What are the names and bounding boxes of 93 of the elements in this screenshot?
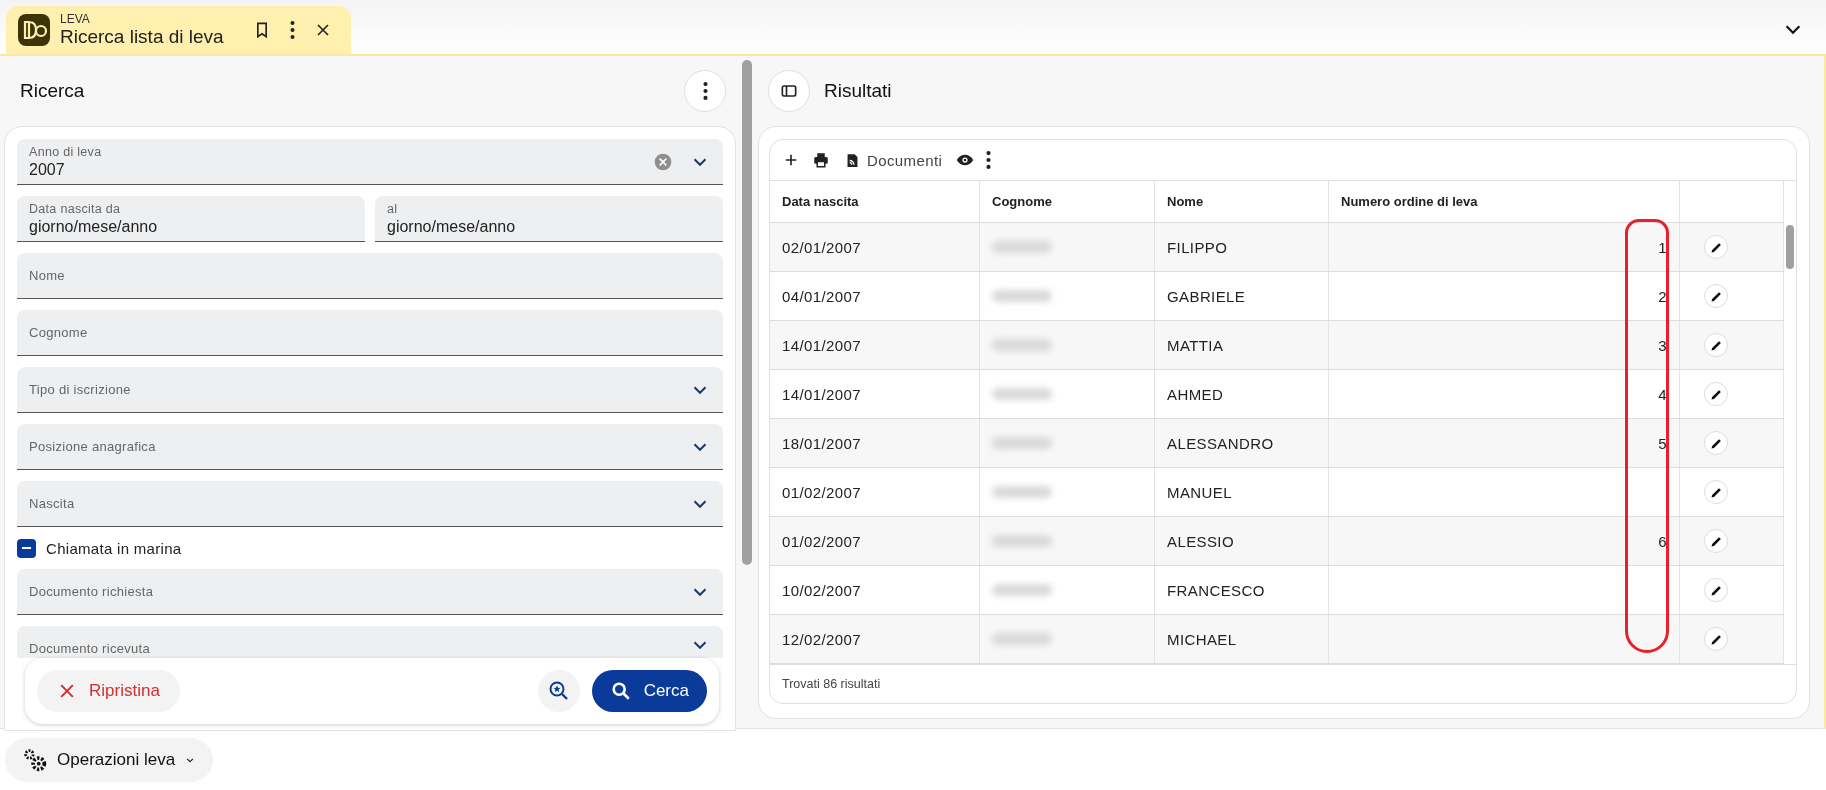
blurred-text	[992, 241, 1052, 253]
app-tab[interactable]: LEVA Ricerca lista di leva	[6, 6, 351, 54]
blurred-text	[992, 633, 1052, 645]
table-cell: MANUEL	[1155, 468, 1329, 516]
date-input[interactable]: giorno/mese/anno	[29, 217, 353, 236]
field-label: Cognome	[29, 325, 89, 340]
table-cell: 10/02/2007	[770, 566, 980, 614]
table-cell: FILIPPO	[1155, 223, 1329, 271]
field-label: Data nascita da	[29, 201, 122, 216]
operations-button[interactable]: Operazioni leva	[5, 737, 214, 782]
field-value: 2007	[29, 160, 66, 179]
print-icon[interactable]	[812, 151, 830, 169]
date-field[interactable]: Data nascita da giorno/mese/anno	[17, 196, 365, 242]
column-header[interactable]: Cognome	[980, 181, 1155, 222]
scrollbar-thumb[interactable]	[742, 60, 752, 565]
form-field[interactable]: Documento richiesta	[17, 569, 723, 615]
search-button[interactable]: Cerca	[591, 670, 707, 712]
blurred-text	[992, 290, 1052, 302]
table-cell: ALESSANDRO	[1155, 419, 1329, 467]
table-cell: 12/02/2007	[770, 615, 980, 663]
form-field[interactable]: Tipo di iscrizione	[17, 367, 723, 413]
search-icon	[609, 680, 632, 702]
column-header[interactable]: Nome	[1155, 181, 1329, 222]
more-icon[interactable]	[986, 151, 992, 169]
column-header[interactable]: Data nascita	[770, 181, 980, 222]
app-logo-icon	[18, 14, 50, 46]
field-label: Nome	[29, 268, 66, 283]
date-input[interactable]: giorno/mese/anno	[387, 217, 711, 236]
field-label: Tipo di iscrizione	[29, 382, 132, 397]
table-cell: AHMED	[1155, 370, 1329, 418]
edit-button[interactable]	[1704, 284, 1728, 308]
table-cell: 4	[1658, 385, 1667, 403]
blurred-text	[992, 486, 1052, 498]
more-icon	[702, 82, 708, 100]
more-button[interactable]	[684, 70, 726, 112]
blurred-text	[992, 339, 1052, 351]
form-field[interactable]: Nascita	[17, 481, 723, 527]
table-cell: 1	[1658, 238, 1667, 256]
blurred-text	[992, 535, 1052, 547]
field-label: Anno di leva	[29, 144, 103, 159]
table-cell: 6	[1658, 532, 1667, 550]
checkbox-label: Chiamata in marina	[46, 539, 182, 557]
table-cell: 3	[1658, 336, 1667, 354]
more-icon[interactable]	[289, 21, 295, 39]
field-label: Documento ricevuta	[29, 641, 151, 656]
edit-button[interactable]	[1704, 333, 1728, 357]
edit-button[interactable]	[1704, 480, 1728, 504]
panel-title: Ricerca	[20, 80, 85, 102]
edit-button[interactable]	[1704, 627, 1728, 651]
edit-button[interactable]	[1704, 529, 1728, 553]
form-field[interactable]: Cognome	[17, 310, 723, 356]
edit-button[interactable]	[1704, 578, 1728, 602]
table-cell: FRANCESCO	[1155, 566, 1329, 614]
column-header[interactable]: Numero ordine di leva	[1329, 181, 1680, 222]
table-cell: 5	[1658, 434, 1667, 452]
documents-button[interactable]: Documenti	[840, 151, 947, 169]
form-field[interactable]: Posizione anagrafica	[17, 424, 723, 470]
scrollbar-thumb[interactable]	[1786, 225, 1794, 269]
reset-button[interactable]: Ripristina	[37, 670, 180, 712]
table-cell: GABRIELE	[1155, 272, 1329, 320]
edit-button[interactable]	[1704, 235, 1728, 259]
table-cell: 01/02/2007	[770, 517, 980, 565]
date-field[interactable]: al giorno/mese/anno	[375, 196, 723, 242]
blurred-text	[992, 584, 1052, 596]
table-cell: 14/01/2007	[770, 321, 980, 369]
edit-button[interactable]	[1704, 382, 1728, 406]
blurred-text	[992, 437, 1052, 449]
sidebar-toggle-button[interactable]	[768, 70, 810, 112]
advanced-search-button[interactable]	[537, 670, 580, 712]
panel-title: Risultati	[824, 80, 892, 102]
form-field[interactable]: Nome	[17, 253, 723, 299]
table-cell: 18/01/2007	[770, 419, 980, 467]
field-label: Documento richiesta	[29, 584, 155, 599]
tab-app-name: LEVA	[60, 12, 91, 26]
table-cell: 04/01/2007	[770, 272, 980, 320]
table-cell: 01/02/2007	[770, 468, 980, 516]
field-label: al	[387, 201, 399, 216]
clear-icon[interactable]	[653, 151, 673, 172]
table-cell: 2	[1658, 287, 1667, 305]
table-cell: 02/01/2007	[770, 223, 980, 271]
form-field[interactable]: Anno di leva 2007	[17, 139, 723, 185]
field-label: Nascita	[29, 496, 76, 511]
table-cell: ALESSIO	[1155, 517, 1329, 565]
tab-title: Ricerca lista di leva	[60, 26, 224, 48]
table-cell: MATTIA	[1155, 321, 1329, 369]
blurred-text	[992, 388, 1052, 400]
checkbox[interactable]	[17, 538, 36, 558]
results-count: Trovati 86 risultati	[782, 677, 881, 691]
form-field[interactable]: Documento ricevuta	[17, 626, 723, 658]
table-cell: 14/01/2007	[770, 370, 980, 418]
field-label: Posizione anagrafica	[29, 439, 157, 454]
edit-button[interactable]	[1704, 431, 1728, 455]
table-cell: MICHAEL	[1155, 615, 1329, 663]
